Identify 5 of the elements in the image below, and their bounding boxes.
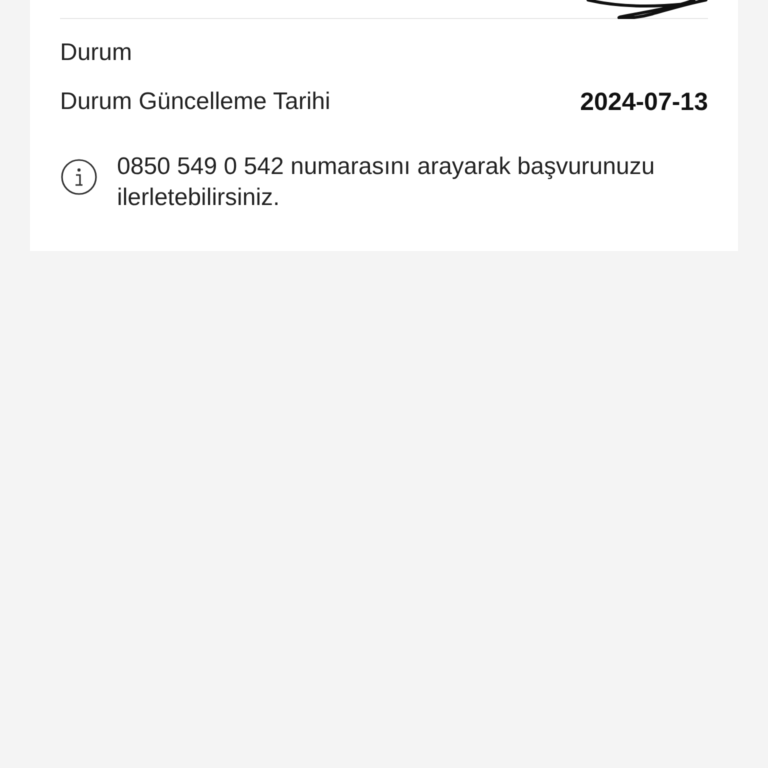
info-icon [60, 158, 98, 196]
status-label: Durum [60, 38, 134, 68]
info-text: 0850 549 0 542 numarasını arayarak başvurunuzu ilerletebilirsiniz. [117, 152, 656, 213]
field-value: 2024-07-13 [580, 87, 708, 118]
field-label: Durum Güncelleme Tarihi [60, 87, 330, 117]
